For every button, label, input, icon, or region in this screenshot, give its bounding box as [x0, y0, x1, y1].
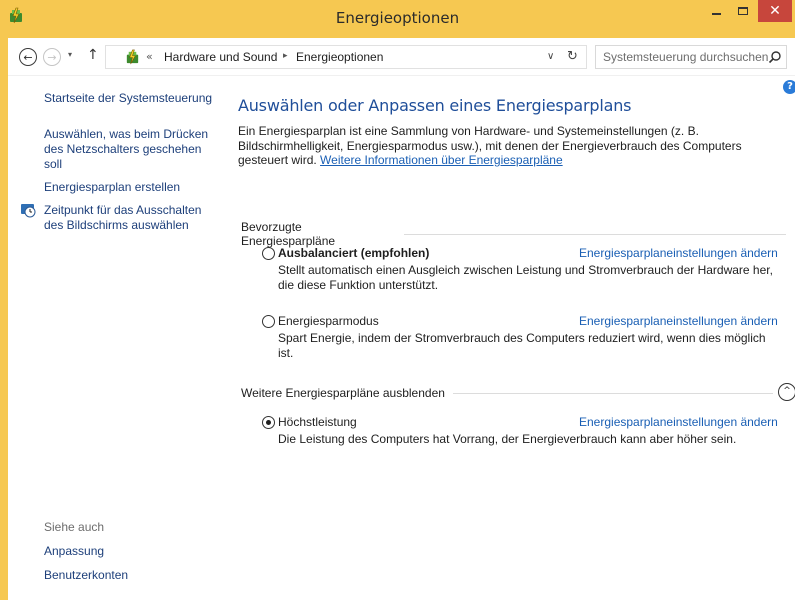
learn-more-link[interactable]: Weitere Informationen über Energiesparpl… [320, 153, 563, 167]
address-dropdown-icon[interactable]: ∨ [547, 51, 554, 62]
sidebar: Startseite der Systemsteuerung Auswählen… [8, 76, 228, 600]
sidebar-link-create-plan[interactable]: Energiesparplan erstellen [44, 180, 219, 195]
plan-name-high-performance[interactable]: Höchstleistung [278, 415, 357, 429]
search-icon[interactable] [768, 50, 782, 64]
clock-icon [21, 204, 36, 218]
intro-text: Ein Energiesparplan ist eine Sammlung vo… [238, 124, 790, 168]
window-title: Energieoptionen [335, 9, 460, 27]
radio-high-performance[interactable] [262, 416, 275, 429]
back-button[interactable]: ← [19, 48, 37, 66]
breadcrumb-separator-icon[interactable]: ▸ [283, 51, 288, 61]
breadcrumb-hardware-sound[interactable]: Hardware und Sound [164, 50, 277, 64]
forward-button[interactable]: → [43, 48, 61, 66]
recent-locations-button[interactable]: ▾ [68, 50, 72, 59]
plan-description-high-performance: Die Leistung des Computers hat Vorrang, … [278, 432, 737, 446]
sidebar-link-user-accounts[interactable]: Benutzerkonten [44, 568, 219, 583]
search-input[interactable]: Systemsteuerung durchsuchen [595, 45, 787, 69]
radio-power-saver[interactable] [262, 315, 275, 328]
plan-description-power-saver: Spart Energie, indem der Stromverbrauch … [278, 331, 766, 360]
breadcrumb-power-options[interactable]: Energieoptionen [296, 50, 383, 64]
preferred-plans-label: Bevorzugte Energiesparpläne [241, 220, 336, 248]
maximize-button[interactable] [730, 0, 756, 22]
back-arrow-icon: ← [23, 50, 33, 64]
chevron-left-icon[interactable]: « [146, 50, 153, 63]
more-plans-header[interactable]: Weitere Energiesparpläne ausblenden [241, 386, 786, 400]
sidebar-link-home[interactable]: Startseite der Systemsteuerung [44, 91, 219, 106]
minimize-icon [711, 13, 721, 15]
forward-arrow-icon: → [47, 50, 57, 64]
sidebar-link-power-button[interactable]: Auswählen, was beim Drücken des Netzscha… [44, 127, 219, 172]
client-area: ← → ▾ ↑ « Hardware und Sound ▸ Energieop… [8, 38, 795, 600]
up-button[interactable]: ↑ [87, 47, 99, 63]
close-button[interactable]: ✕ [758, 0, 792, 22]
main-content: Auswählen oder Anpassen eines Energiespa… [238, 76, 795, 600]
change-settings-link-high-performance[interactable]: Energiesparplaneinstellungen ändern [579, 415, 778, 429]
title-bar: Energieoptionen ✕ [0, 0, 795, 38]
plan-name-power-saver[interactable]: Energiesparmodus [278, 314, 379, 328]
sidebar-link-personalization[interactable]: Anpassung [44, 544, 219, 559]
more-plans-label[interactable]: Weitere Energiesparpläne ausblenden [241, 386, 445, 400]
page-title: Auswählen oder Anpassen eines Energiespa… [238, 96, 632, 115]
address-bar[interactable]: « Hardware und Sound ▸ Energieoptionen ∨… [105, 45, 587, 69]
maximize-icon [738, 7, 748, 15]
plan-description-balanced: Stellt automatisch einen Ausgleich zwisc… [278, 263, 773, 292]
control-panel-icon [126, 49, 139, 65]
divider [403, 233, 786, 235]
divider [452, 392, 773, 394]
change-settings-link-power-saver[interactable]: Energiesparplaneinstellungen ändern [579, 314, 778, 328]
plan-name-balanced[interactable]: Ausbalanciert (empfohlen) [278, 246, 429, 260]
change-settings-link-balanced[interactable]: Energiesparplaneinstellungen ändern [579, 246, 778, 260]
window: Energieoptionen ✕ ← → ▾ ↑ « Hardware und… [0, 0, 795, 600]
radio-balanced[interactable] [262, 247, 275, 260]
minimize-button[interactable] [703, 0, 729, 22]
window-border [0, 38, 8, 600]
close-icon: ✕ [769, 3, 781, 19]
see-also-label: Siehe auch [44, 520, 105, 534]
preferred-plans-header: Bevorzugte Energiesparpläne [241, 220, 786, 248]
refresh-icon[interactable]: ↻ [567, 49, 578, 64]
search-placeholder: Systemsteuerung durchsuchen [603, 50, 769, 64]
sidebar-link-display-off[interactable]: Zeitpunkt für das Ausschalten des Bildsc… [44, 203, 219, 233]
navigation-bar: ← → ▾ ↑ « Hardware und Sound ▸ Energieop… [8, 38, 795, 76]
collapse-chevron-icon[interactable]: ^ [778, 383, 795, 401]
